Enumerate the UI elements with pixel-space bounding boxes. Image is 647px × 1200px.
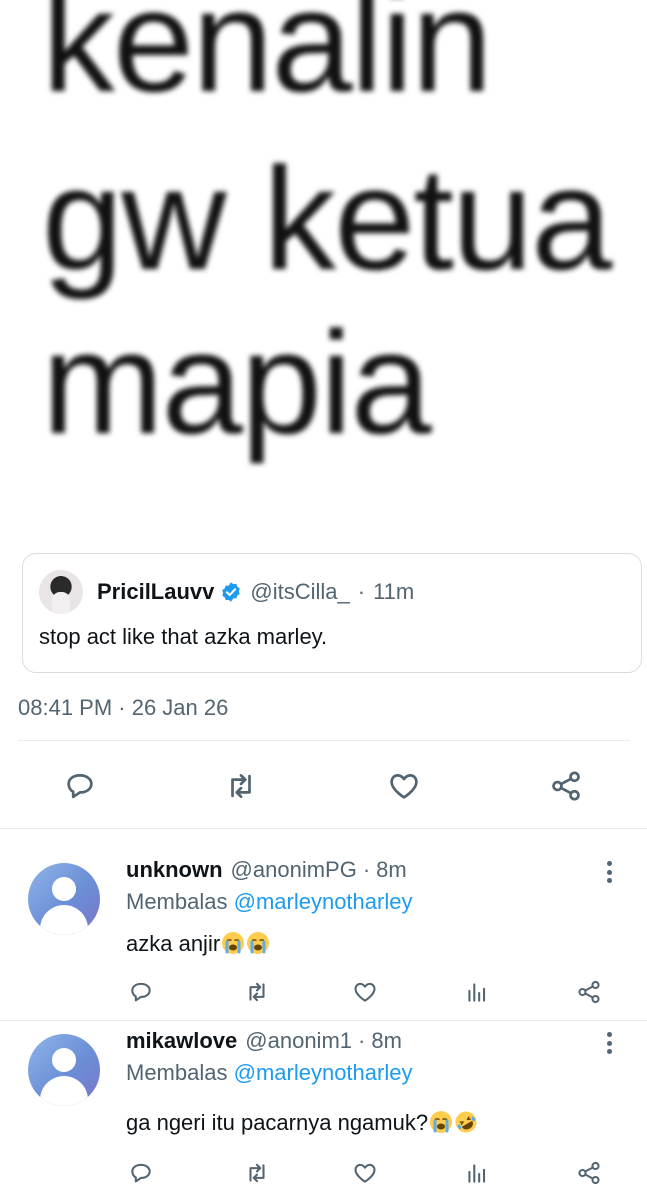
more-options-icon[interactable] xyxy=(601,857,617,887)
reply-time-ago: 8m xyxy=(371,1028,402,1053)
share-button[interactable] xyxy=(574,977,604,1007)
analytics-icon xyxy=(468,1164,486,1183)
replying-label: Membalas xyxy=(126,1060,228,1085)
reply-separator: · xyxy=(358,1028,366,1053)
loudly-crying-face-icon xyxy=(222,932,245,954)
mention-link[interactable]: @marleynotharley xyxy=(234,889,413,914)
like-button[interactable] xyxy=(350,1158,380,1188)
analytics-button[interactable] xyxy=(462,977,492,1007)
share-icon xyxy=(578,1161,600,1185)
analytics-icon xyxy=(468,983,486,1002)
share-icon xyxy=(552,771,580,801)
reply-user-handle[interactable]: @anonim1 xyxy=(245,1028,352,1054)
quoted-user-handle[interactable]: @itsCilla_ xyxy=(250,579,349,605)
quoted-separator: · xyxy=(357,579,366,604)
divider xyxy=(18,740,630,741)
reply-user-handle[interactable]: @anonimPG xyxy=(231,857,357,883)
meme-text-line-3: mapia xyxy=(42,301,432,464)
tweet-media-image[interactable]: kenalin gw ketua mapia xyxy=(0,0,647,530)
quoted-user-name[interactable]: PricilLauvv xyxy=(97,579,214,605)
retweet-button[interactable] xyxy=(242,977,272,1007)
share-button[interactable] xyxy=(574,1158,604,1188)
retweet-button[interactable] xyxy=(220,765,262,807)
quoted-tweet-card[interactable]: PricilLauvv @itsCilla_ · 11m stop act li… xyxy=(22,553,642,673)
meme-text-line-1: kenalin xyxy=(42,0,493,122)
share-icon xyxy=(578,980,600,1004)
reply-user-name[interactable]: unknown xyxy=(126,857,223,883)
reply-button[interactable] xyxy=(126,977,156,1007)
reply-user-name[interactable]: mikawlove xyxy=(126,1028,237,1054)
retweet-icon xyxy=(249,1163,265,1183)
reply-icon xyxy=(131,982,151,1002)
reply-header: mikawlove @anonim1 · 8m xyxy=(126,1028,402,1054)
analytics-button[interactable] xyxy=(462,1158,492,1188)
reply-text-content: azka anjir xyxy=(126,931,221,956)
reply-icon xyxy=(131,1163,151,1183)
reply-tweet[interactable]: mikawlove @anonim1 · 8m Membalas @marley… xyxy=(0,1022,647,1200)
retweet-button[interactable] xyxy=(242,1158,272,1188)
more-options-icon[interactable] xyxy=(601,1028,617,1058)
replying-to: Membalas @marleynotharley xyxy=(126,889,412,915)
reply-action-bar xyxy=(0,1158,647,1188)
divider xyxy=(0,1020,647,1021)
like-icon xyxy=(390,774,418,799)
like-icon xyxy=(354,982,376,1002)
like-button[interactable] xyxy=(350,977,380,1007)
replying-to: Membalas @marleynotharley xyxy=(126,1060,412,1086)
meme-text-line-2: gw ketua xyxy=(42,137,612,300)
loudly-crying-face-icon xyxy=(430,1111,453,1133)
mention-link[interactable]: @marleynotharley xyxy=(234,1060,413,1085)
retweet-icon xyxy=(231,774,251,798)
verified-badge-icon xyxy=(222,582,241,602)
default-avatar[interactable] xyxy=(28,1034,100,1106)
rolling-on-floor-laughing-icon xyxy=(455,1111,477,1133)
tweet-action-bar xyxy=(0,765,647,807)
replying-label: Membalas xyxy=(126,889,228,914)
quoted-tweet-header: PricilLauvv @itsCilla_ · 11m xyxy=(39,570,414,614)
loudly-crying-face-icon xyxy=(247,932,270,954)
reply-action-bar xyxy=(0,977,647,1007)
share-button[interactable] xyxy=(545,765,587,807)
reply-button[interactable] xyxy=(126,1158,156,1188)
divider xyxy=(0,828,647,829)
reply-icon xyxy=(67,774,93,799)
reply-text-content: ga ngeri itu pacarnya ngamuk? xyxy=(126,1110,429,1135)
quoted-time-ago: 11m xyxy=(373,579,415,604)
reply-text: ga ngeri itu pacarnya ngamuk? xyxy=(126,1110,478,1136)
tweet-timestamp[interactable]: 08:41 PM · 26 Jan 26 xyxy=(18,695,228,721)
reply-separator: · xyxy=(362,857,371,882)
reply-button[interactable] xyxy=(59,765,101,807)
default-avatar[interactable] xyxy=(28,863,100,935)
reply-time-ago: 8m xyxy=(376,857,407,882)
like-button[interactable] xyxy=(383,765,425,807)
reply-tweet[interactable]: unknown @anonimPG · 8m Membalas @marleyn… xyxy=(0,835,647,1020)
quoted-user-avatar[interactable] xyxy=(39,570,83,614)
reply-text: azka anjir xyxy=(126,931,270,957)
like-icon xyxy=(354,1163,376,1183)
reply-header: unknown @anonimPG · 8m xyxy=(126,857,407,883)
quoted-tweet-text: stop act like that azka marley. xyxy=(39,624,328,649)
retweet-icon xyxy=(249,982,265,1002)
